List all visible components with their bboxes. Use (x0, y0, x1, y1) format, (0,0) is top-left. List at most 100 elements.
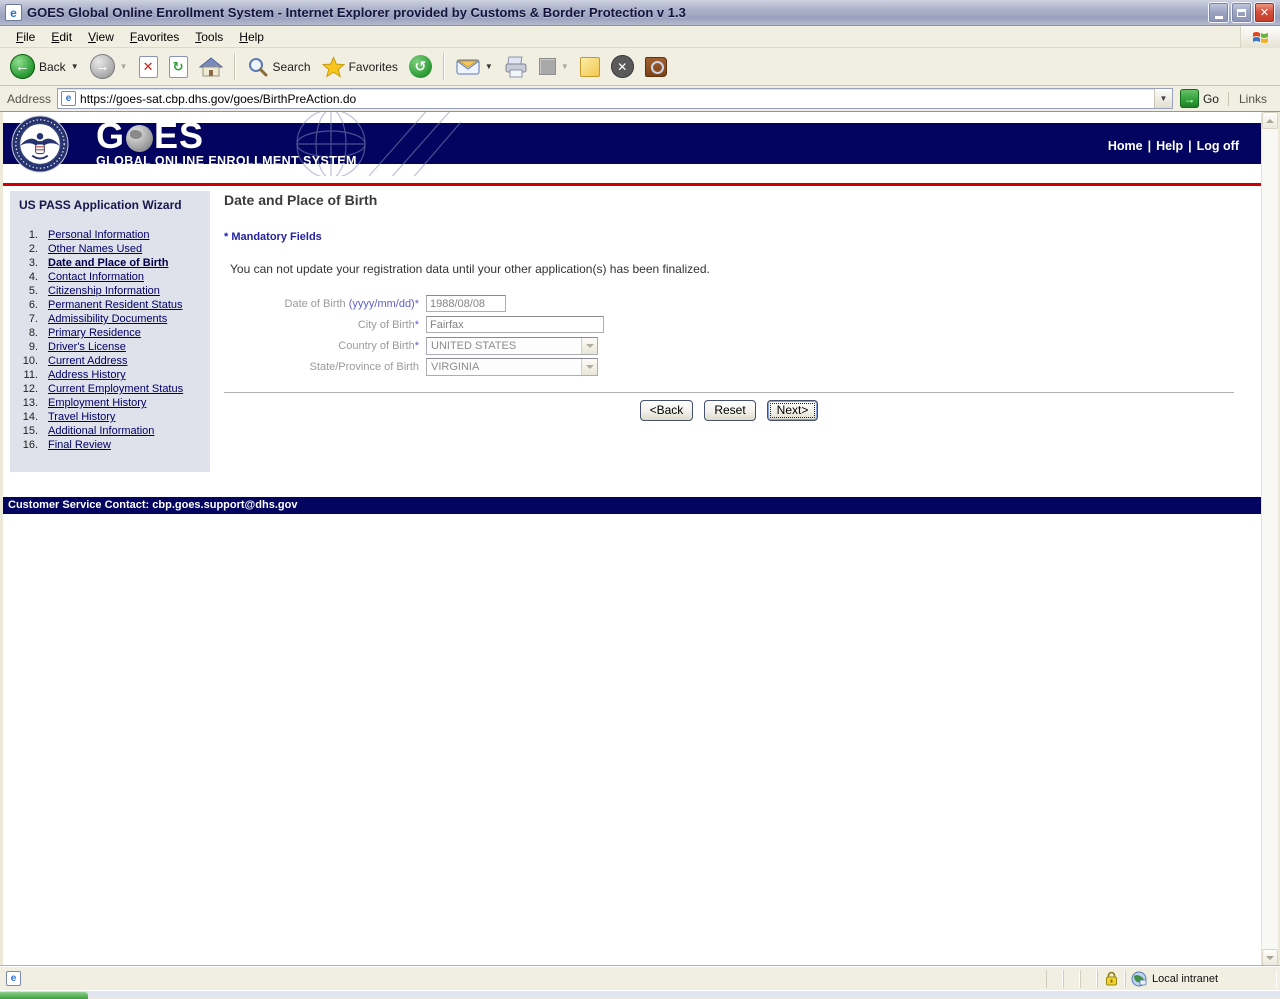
step-link[interactable]: Admissibility Documents (48, 312, 167, 326)
reset-button[interactable]: Reset (704, 400, 756, 421)
minimize-icon (1214, 15, 1223, 19)
menu-favorites[interactable]: Favorites (122, 28, 187, 46)
edit-dropdown-icon: ▼ (560, 62, 569, 71)
country-of-birth-label: Country of Birth* (338, 339, 419, 352)
refresh-button[interactable]: ↻ (165, 53, 192, 81)
form-row-date-of-birth: Date of Birth (yyyy/mm/dd)* (224, 293, 1239, 314)
home-button[interactable] (195, 53, 227, 81)
sidebar-item-current-employment-status[interactable]: 12. Current Employment Status (10, 382, 210, 396)
step-link[interactable]: Permanent Resident Status (48, 298, 183, 312)
scroll-down-button[interactable] (1262, 949, 1278, 966)
form-row-country-of-birth: Country of Birth* UNITED STATES (224, 335, 1239, 356)
step-link[interactable]: Current Address (48, 354, 127, 368)
back-button[interactable]: ← Back ▼ (6, 51, 83, 82)
country-of-birth-select[interactable]: UNITED STATES (426, 336, 598, 355)
maximize-button[interactable] (1231, 2, 1252, 23)
page-scrollbar[interactable] (1261, 112, 1278, 966)
address-label: Address (7, 91, 52, 106)
sidebar-item-drivers-license[interactable]: 9. Driver's License (10, 340, 210, 354)
sidebar-item-address-history[interactable]: 11. Address History (10, 368, 210, 382)
menu-help[interactable]: Help (231, 28, 272, 46)
sidebar-item-other-names-used[interactable]: 2. Other Names Used (10, 242, 210, 256)
step-number: 8. (28, 327, 38, 339)
favorites-label: Favorites (348, 59, 398, 74)
date-of-birth-label: Date of Birth (yyyy/mm/dd)* (284, 297, 419, 310)
sidebar-item-permanent-resident-status[interactable]: 6. Permanent Resident Status (10, 298, 210, 312)
scroll-up-button[interactable] (1262, 112, 1278, 129)
date-of-birth-input[interactable] (426, 295, 506, 312)
sidebar-item-citizenship-information[interactable]: 5. Citizenship Information (10, 284, 210, 298)
finalized-warning-message: You can not update your registration dat… (230, 262, 710, 276)
sidebar-item-employment-history[interactable]: 13. Employment History (10, 396, 210, 410)
step-link[interactable]: Citizenship Information (48, 284, 160, 298)
stop-button[interactable]: ✕ (135, 53, 162, 81)
sidebar-item-additional-information[interactable]: 15. Additional Information (10, 424, 210, 438)
step-link[interactable]: Additional Information (48, 424, 154, 438)
minimize-button[interactable] (1208, 2, 1229, 23)
menu-view[interactable]: View (80, 28, 122, 46)
step-link[interactable]: Date and Place of Birth (48, 256, 168, 270)
step-link[interactable]: Final Review (48, 438, 111, 452)
sidebar-item-travel-history[interactable]: 14. Travel History (10, 410, 210, 424)
research-button[interactable] (641, 54, 671, 80)
blocked-popup-button[interactable]: ✕ (607, 52, 638, 81)
step-link[interactable]: Primary Residence (48, 326, 141, 340)
address-dropdown-button[interactable]: ▼ (1153, 89, 1172, 108)
city-of-birth-input[interactable] (426, 316, 604, 333)
favorites-button[interactable]: Favorites (318, 53, 402, 81)
toolbar-separator (442, 53, 445, 80)
sidebar-item-current-address[interactable]: 10. Current Address (10, 354, 210, 368)
sidebar-item-primary-residence[interactable]: 8. Primary Residence (10, 326, 210, 340)
blocked-x-icon: ✕ (610, 55, 634, 78)
main-content: Date and Place of Birth * Mandatory Fiel… (210, 186, 1261, 497)
refresh-icon: ↻ (168, 55, 188, 78)
wizard-sidebar: US PASS Application Wizard 1. Personal I… (10, 191, 210, 472)
ie-window-icon: e (5, 4, 22, 21)
goes-subtitle: GLOBAL ONLINE ENROLLMENT SYSTEM (96, 154, 357, 168)
mail-button[interactable]: ▼ (452, 55, 497, 79)
menu-file[interactable]: File (8, 28, 43, 46)
step-link[interactable]: Travel History (48, 410, 115, 424)
header-white-gap (3, 176, 1261, 183)
history-button[interactable]: ↺ (405, 52, 436, 81)
step-link[interactable]: Driver's License (48, 340, 126, 354)
close-button[interactable]: ✕ (1254, 2, 1275, 23)
nav-home-link[interactable]: Home (1108, 139, 1143, 153)
sidebar-item-admissibility-documents[interactable]: 7. Admissibility Documents (10, 312, 210, 326)
go-label: Go (1202, 91, 1219, 106)
sidebar-item-final-review[interactable]: 16. Final Review (10, 438, 210, 452)
status-zone-pane: Local intranet (1125, 969, 1277, 988)
nav-help-link[interactable]: Help (1156, 139, 1183, 153)
edit-button[interactable]: ▼ (535, 55, 573, 78)
goes-logo: G ES GLOBAL ONLINE ENROLLMENT SYSTEM (96, 118, 357, 169)
links-bar[interactable]: Links (1227, 91, 1277, 106)
sidebar-item-personal-information[interactable]: 1. Personal Information (10, 228, 210, 242)
step-link[interactable]: Other Names Used (48, 242, 142, 256)
back-form-button[interactable]: <Back (639, 400, 694, 421)
search-button[interactable]: Search (243, 53, 315, 81)
step-number: 3. (28, 257, 38, 269)
nav-logoff-link[interactable]: Log off (1197, 139, 1239, 153)
step-link[interactable]: Personal Information (48, 228, 150, 242)
sidebar-item-date-and-place-of-birth[interactable]: 3. Date and Place of Birth (10, 256, 210, 270)
city-of-birth-label: City of Birth* (357, 318, 419, 331)
forward-button[interactable]: → ▼ (86, 51, 132, 82)
messenger-button[interactable] (576, 54, 604, 80)
sidebar-item-contact-information[interactable]: 4. Contact Information (10, 270, 210, 284)
restore-icon (1237, 8, 1246, 17)
go-button[interactable]: → Go (1173, 89, 1226, 108)
state-of-birth-label: State/Province of Birth (309, 360, 419, 373)
step-link[interactable]: Contact Information (48, 270, 144, 284)
menu-edit[interactable]: Edit (43, 28, 80, 46)
step-link[interactable]: Employment History (48, 396, 146, 410)
menu-tools[interactable]: Tools (187, 28, 231, 46)
next-button[interactable]: Next> (766, 400, 819, 421)
mail-icon (456, 59, 480, 74)
print-button[interactable] (500, 53, 532, 81)
search-label: Search (272, 59, 311, 74)
state-of-birth-select[interactable]: VIRGINIA (426, 357, 598, 376)
step-link[interactable]: Current Employment Status (48, 382, 183, 396)
wizard-title: US PASS Application Wizard (19, 198, 182, 212)
address-field[interactable]: e https://goes-sat.cbp.dhs.gov/goes/Birt… (57, 88, 1173, 109)
step-link[interactable]: Address History (48, 368, 126, 382)
